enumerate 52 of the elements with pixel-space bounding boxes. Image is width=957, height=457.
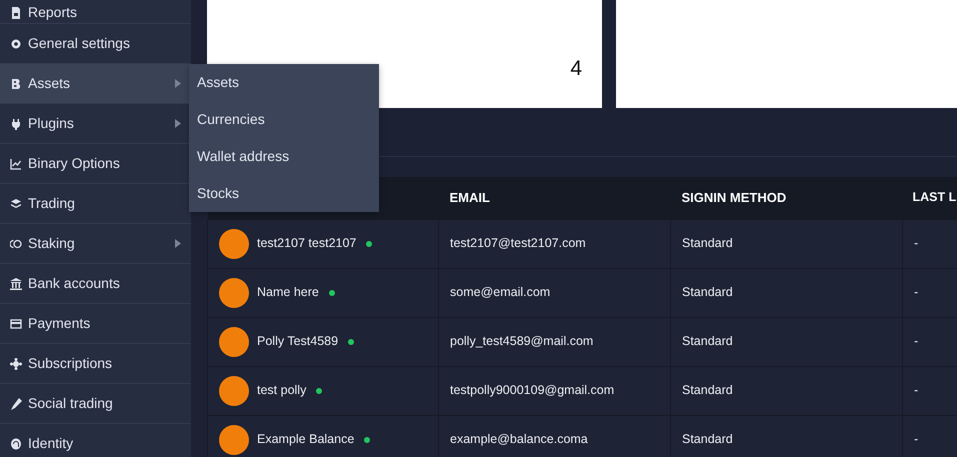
layers-icon: [10, 198, 22, 210]
column-header: EMAIL: [438, 177, 670, 219]
sidebar-item[interactable]: Subscriptions: [0, 344, 191, 384]
nodes-icon: [10, 358, 22, 370]
line-chart-icon: [10, 158, 22, 170]
table-cell: test2107@test2107.com: [438, 219, 670, 268]
table-cell: example@balance.coma: [438, 415, 670, 457]
document-icon: [10, 6, 22, 18]
table-cell: Standard: [670, 219, 902, 268]
sidebar-item[interactable]: Social trading: [0, 384, 191, 424]
user-name: Name here: [257, 284, 319, 302]
sidebar-item[interactable]: Staking: [0, 224, 191, 264]
table-cell: Standard: [670, 415, 902, 457]
submenu-item[interactable]: Stocks: [189, 175, 379, 212]
submenu-item[interactable]: Assets: [189, 64, 379, 101]
submenu-item[interactable]: Currencies: [189, 101, 379, 138]
sidebar-item[interactable]: Identity: [0, 424, 191, 457]
avatar: [219, 376, 249, 406]
settings-icon: [10, 38, 22, 50]
stat-value: 4: [570, 56, 582, 82]
column-header: SIGNIN METHOD: [670, 177, 902, 219]
user-name: Polly Test4589: [257, 333, 338, 350]
column-header: LAST L: [902, 177, 957, 219]
avatar: [219, 326, 249, 356]
table-cell: Standard: [670, 317, 902, 366]
sidebar-item[interactable]: Payments: [0, 304, 191, 344]
credit-card-icon: [10, 318, 22, 330]
table-cell: -: [902, 219, 957, 268]
sidebar-item[interactable]: Bank accounts: [0, 264, 191, 304]
table-cell: Standard: [670, 366, 902, 415]
table-cell: -: [902, 366, 957, 415]
bitcoin-icon: [10, 78, 22, 90]
bank-icon: [10, 278, 22, 290]
sidebar-item[interactable]: Assets: [0, 64, 191, 104]
table-cell: -: [902, 268, 957, 317]
user-name: test polly: [257, 382, 306, 400]
submenu-item[interactable]: Wallet address: [189, 138, 379, 175]
coins-icon: [10, 238, 22, 250]
table-cell: Standard: [670, 268, 902, 317]
table-cell: testpolly9000109@gmail.com: [438, 366, 670, 415]
avatar: [219, 228, 249, 258]
avatar: [219, 278, 249, 308]
user-name: test2107 test2107: [257, 235, 356, 252]
table-cell: -: [902, 317, 957, 366]
table-cell: -: [902, 415, 957, 457]
pen-icon: [10, 398, 22, 410]
sidebar-item[interactable]: Reports: [0, 0, 191, 24]
table-cell: some@email.com: [438, 268, 670, 317]
user-name: Example Balance: [257, 431, 354, 448]
avatar: [219, 424, 249, 454]
plug-icon: [10, 118, 22, 130]
table-cell: polly_test4589@mail.com: [438, 317, 670, 366]
